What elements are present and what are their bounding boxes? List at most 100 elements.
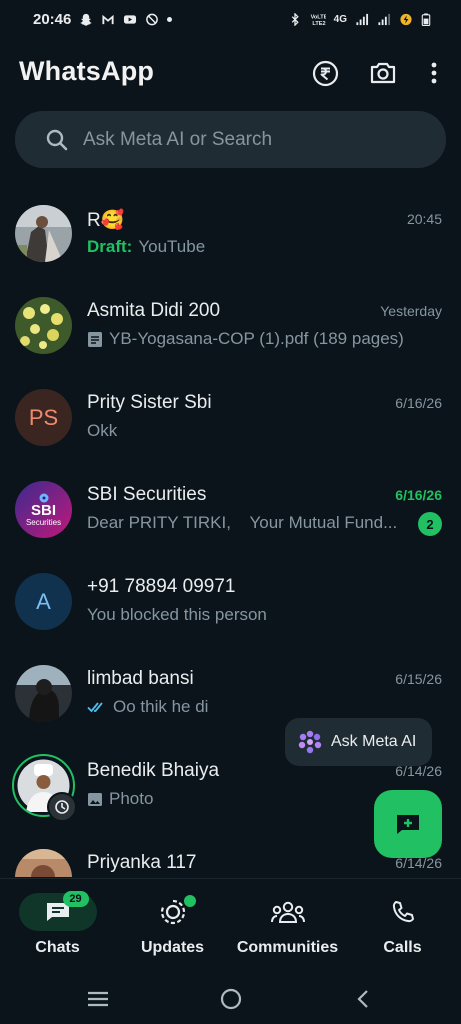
new-chat-button[interactable] <box>374 790 442 858</box>
avatar[interactable] <box>15 205 72 262</box>
unread-count-badge: 2 <box>418 512 442 536</box>
tab-updates-label: Updates <box>140 939 205 956</box>
chat-preview-text: Oo thik he di <box>113 697 209 716</box>
snapchat-icon <box>80 13 92 26</box>
chat-list: R🥰 20:45 Draft: YouTube Asmita Didi 200 … <box>0 180 461 877</box>
calls-tab-icon-wrap <box>364 893 442 931</box>
chat-name: Benedik Bhaiya <box>87 760 220 781</box>
tab-communities-label: Communities <box>236 939 339 956</box>
communities-icon <box>270 901 305 923</box>
chat-preview-text: Dear PRITY TIRKI, Your Mutual Fund... <box>87 513 398 532</box>
youtube-icon <box>124 14 137 24</box>
status-left: 20:46 <box>33 10 173 28</box>
battery-saver-icon <box>400 13 412 25</box>
tab-communities[interactable]: Communities <box>230 879 345 975</box>
camera-button[interactable] <box>368 58 398 88</box>
avatar-initials: PS <box>28 404 59 430</box>
more-vertical-icon <box>431 62 437 84</box>
meta-ai-icon <box>298 730 322 754</box>
read-receipt-double-tick-icon <box>87 702 103 713</box>
signal-1-icon <box>356 13 369 25</box>
gmail-m-icon <box>102 14 114 24</box>
chat-preview: You blocked this person <box>87 605 267 625</box>
chat-preview: Photo <box>87 789 153 809</box>
status-time: 20:46 <box>33 10 72 28</box>
tab-calls-label: Calls <box>383 939 422 956</box>
timer-icon <box>55 800 69 814</box>
avatar[interactable]: PS <box>15 389 72 446</box>
chat-time: 6/16/26 <box>395 487 442 503</box>
chat-preview-text: You blocked this person <box>87 605 267 624</box>
search-placeholder: Ask Meta AI or Search <box>83 128 273 150</box>
more-options-button[interactable] <box>419 58 449 88</box>
chat-preview: Okk <box>87 421 117 441</box>
chat-time: Yesterday <box>380 303 442 319</box>
chat-row-sbi-securities[interactable]: SBI Securities SBI Securities 6/16/26 De… <box>0 456 461 548</box>
avatar-initials: A <box>36 588 51 614</box>
updates-new-dot <box>183 895 196 907</box>
chat-time: 6/15/26 <box>395 671 442 687</box>
avatar[interactable] <box>15 849 72 877</box>
home-button[interactable] <box>216 986 246 1012</box>
system-navigation-bar <box>0 974 461 1024</box>
chats-tab-indicator: 29 <box>18 891 97 931</box>
battery-icon <box>421 12 431 26</box>
avatar[interactable] <box>15 297 72 354</box>
chat-row-asmita-didi[interactable]: Asmita Didi 200 Yesterday YB-Yogasana-CO… <box>0 272 461 364</box>
contact-photo-icon <box>15 849 72 877</box>
svg-text:VoLTE: VoLTE <box>310 14 325 20</box>
rupee-icon <box>312 60 338 86</box>
chat-time: 6/16/26 <box>395 395 442 411</box>
avatar[interactable] <box>15 665 72 722</box>
contact-photo-icon <box>15 205 72 262</box>
search-icon <box>46 129 68 150</box>
chat-preview-text: YouTube <box>138 237 206 256</box>
status-bar: 20:46 VoLTE LTE2 4G <box>0 0 461 38</box>
contact-photo-icon <box>15 665 72 722</box>
photo-icon <box>88 792 102 806</box>
avatar[interactable]: A <box>15 573 72 630</box>
search-bar[interactable]: Ask Meta AI or Search <box>15 111 446 168</box>
sbi-logo-subtext: Securities <box>25 517 62 527</box>
chat-preview: Draft: YouTube <box>87 237 205 257</box>
updates-status-icon <box>160 899 185 925</box>
volte-icon: VoLTELTE2 <box>310 14 325 25</box>
chat-name: Asmita Didi 200 <box>87 300 221 321</box>
home-circle-icon <box>220 988 242 1010</box>
chat-preview-text: YB-Yogasana-COP (1).pdf (189 pages) <box>109 329 404 348</box>
chat-name: SBI Securities <box>87 484 207 505</box>
network-type: 4G <box>333 13 347 25</box>
menu-lines-icon <box>88 991 108 1007</box>
phone-icon <box>392 901 414 923</box>
back-button[interactable] <box>348 986 378 1012</box>
chat-preview: Oo thik he di <box>87 697 208 717</box>
chat-row-prity-sister[interactable]: PS Prity Sister Sbi 6/16/26 Okk <box>0 364 461 456</box>
camera-icon <box>370 62 396 84</box>
tab-chats[interactable]: 29 Chats <box>0 879 115 975</box>
payments-button[interactable] <box>310 58 340 88</box>
chat-name: limbad bansi <box>87 668 194 689</box>
chat-preview-text: Photo <box>109 789 154 808</box>
more-notifications-dot-icon <box>167 16 173 22</box>
vpn-shield-icon <box>146 13 159 25</box>
draft-label: Draft: <box>87 237 133 256</box>
communities-tab-icon-wrap <box>249 893 327 931</box>
chat-preview: YB-Yogasana-COP (1).pdf (189 pages) <box>87 329 404 349</box>
updates-tab-icon-wrap <box>134 893 212 931</box>
chat-name: +91 78894 09971 <box>87 576 236 597</box>
app-title: WhatsApp <box>19 56 155 86</box>
tab-calls[interactable]: Calls <box>345 879 460 975</box>
sbi-logo-icon <box>39 493 48 502</box>
recent-apps-button[interactable] <box>83 986 113 1012</box>
tab-updates[interactable]: Updates <box>115 879 230 975</box>
back-chevron-icon <box>357 990 368 1008</box>
chat-preview: Dear PRITY TIRKI, Your Mutual Fund... <box>87 513 397 533</box>
chat-row-r[interactable]: R🥰 20:45 Draft: YouTube <box>0 180 461 272</box>
chat-row-blocked-number[interactable]: A +91 78894 09971 You blocked this perso… <box>0 548 461 640</box>
avatar[interactable]: SBI Securities <box>15 481 72 538</box>
document-icon <box>88 331 102 347</box>
status-camera-badge <box>47 792 77 822</box>
bottom-navigation: 29 Chats Updates Communities Calls <box>0 878 461 975</box>
ask-meta-ai-button[interactable]: Ask Meta AI <box>285 718 432 766</box>
chat-name: Priyanka 117 <box>87 852 197 873</box>
